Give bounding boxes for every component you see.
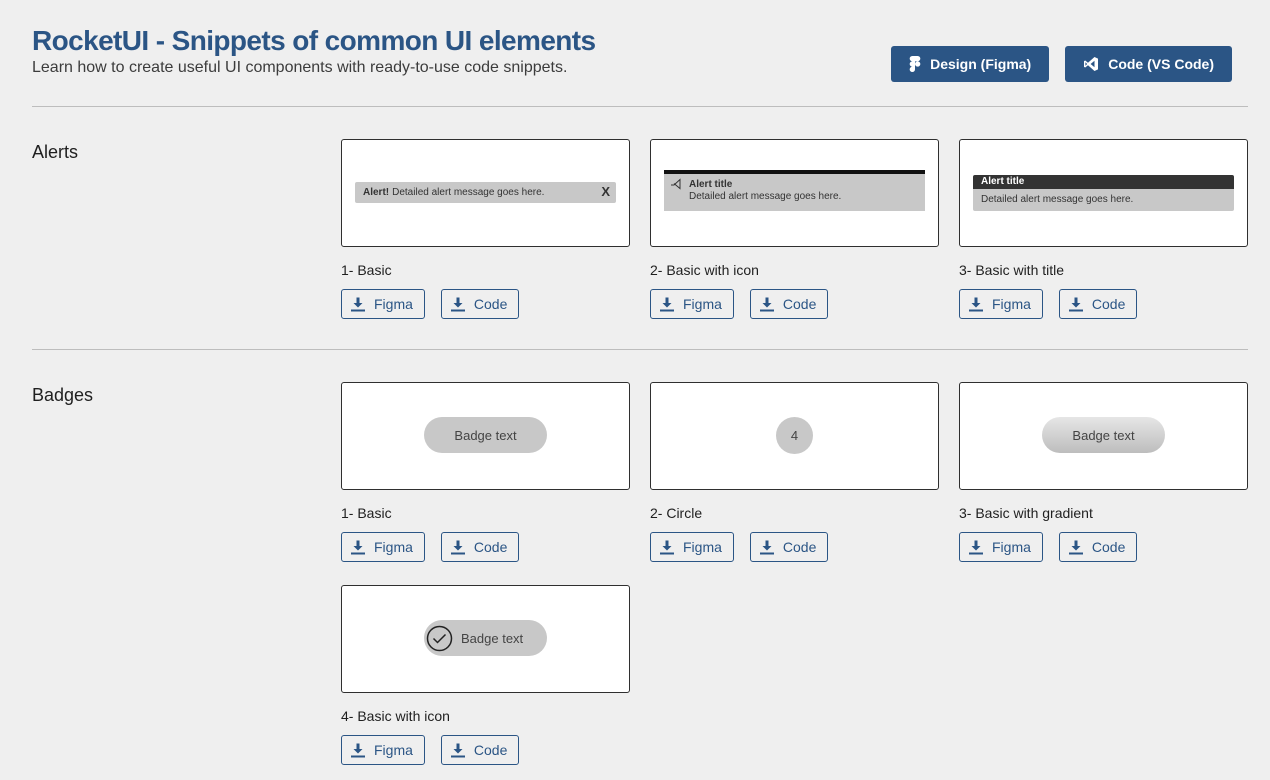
download-icon xyxy=(759,296,775,312)
download-actions: Figma Code xyxy=(341,289,630,319)
download-icon xyxy=(450,539,466,555)
download-actions: Figma Code xyxy=(959,289,1248,319)
download-icon xyxy=(450,742,466,758)
section-title-alerts: Alerts xyxy=(32,142,79,162)
download-actions: Figma Code xyxy=(650,289,939,319)
download-code-label: Code xyxy=(782,296,817,312)
download-code-label: Code xyxy=(1091,296,1126,312)
card-label: 1- Basic xyxy=(341,262,392,278)
download-code-button[interactable]: Code xyxy=(1058,289,1138,319)
badge-preview-icon[interactable]: Badge text xyxy=(341,585,630,693)
download-icon xyxy=(759,539,775,555)
alert-card-basic-with-title: Alert title Detailed alert message goes … xyxy=(959,139,1248,319)
download-figma-button[interactable]: Figma xyxy=(341,735,425,765)
alert-card-basic-with-icon: Alert title Detailed alert message goes … xyxy=(650,139,939,319)
alert-message: Detailed alert message goes here. xyxy=(973,189,1234,211)
download-icon xyxy=(350,539,366,555)
alert-title: Alert title xyxy=(689,179,733,190)
download-icon xyxy=(350,742,366,758)
check-circle-icon xyxy=(426,625,453,652)
alert-message: Detailed alert message goes here. xyxy=(689,191,842,202)
download-code-button[interactable]: Code xyxy=(440,735,520,765)
download-icon xyxy=(1068,539,1084,555)
card-label: 2- Circle xyxy=(650,505,703,521)
download-code-label: Code xyxy=(473,742,508,758)
design-figma-label: Design (Figma) xyxy=(930,56,1032,72)
download-icon xyxy=(968,296,984,312)
download-code-button[interactable]: Code xyxy=(749,532,829,562)
figma-icon xyxy=(909,56,921,72)
card-label: 1- Basic xyxy=(341,505,392,521)
download-figma-label: Figma xyxy=(992,296,1031,312)
card-label: 3- Basic with gradient xyxy=(959,505,1093,521)
download-actions: Figma Code xyxy=(341,735,630,765)
vscode-icon xyxy=(1083,56,1099,72)
download-code-button[interactable]: Code xyxy=(749,289,829,319)
download-figma-label: Figma xyxy=(374,296,413,312)
download-icon xyxy=(1068,296,1084,312)
badge-preview-gradient[interactable]: Badge text xyxy=(959,382,1248,490)
download-figma-button[interactable]: Figma xyxy=(650,532,734,562)
badge-icon-sample: Badge text xyxy=(424,620,547,656)
header-actions: Design (Figma) Code (VS Code) xyxy=(891,46,1232,82)
download-icon xyxy=(968,539,984,555)
design-figma-button[interactable]: Design (Figma) xyxy=(891,46,1050,82)
alert-title: Alert title xyxy=(973,175,1234,189)
download-icon xyxy=(450,296,466,312)
card-label: 2- Basic with icon xyxy=(650,262,759,278)
badge-card-basic: Badge text 1- Basic Figma Code xyxy=(341,382,630,562)
download-code-label: Code xyxy=(473,296,508,312)
card-label: 3- Basic with title xyxy=(959,262,1065,278)
badge-preview-circle[interactable]: 4 xyxy=(650,382,939,490)
bell-icon xyxy=(670,177,683,195)
download-actions: Figma Code xyxy=(341,532,630,562)
card-label: 4- Basic with icon xyxy=(341,708,450,724)
badge-sample: Badge text xyxy=(424,417,547,453)
download-code-button[interactable]: Code xyxy=(440,289,520,319)
badge-card-with-icon: Badge text 4- Basic with icon Figma Code xyxy=(341,585,630,765)
download-figma-label: Figma xyxy=(683,296,722,312)
alert-card-basic: Alert! Detailed alert message goes here.… xyxy=(341,139,630,319)
alert-basic-sample: Alert! Detailed alert message goes here.… xyxy=(355,182,616,203)
alert-preview-basic[interactable]: Alert! Detailed alert message goes here.… xyxy=(341,139,630,247)
divider xyxy=(32,106,1248,107)
download-code-label: Code xyxy=(1091,539,1126,555)
download-figma-button[interactable]: Figma xyxy=(341,532,425,562)
download-actions: Figma Code xyxy=(959,532,1248,562)
alert-preview-icon[interactable]: Alert title Detailed alert message goes … xyxy=(650,139,939,247)
alert-icon-sample: Alert title Detailed alert message goes … xyxy=(664,170,925,211)
download-figma-button[interactable]: Figma xyxy=(650,289,734,319)
download-code-button[interactable]: Code xyxy=(440,532,520,562)
download-icon xyxy=(350,296,366,312)
badge-gradient-sample: Badge text xyxy=(1042,417,1165,453)
badge-card-circle: 4 2- Circle Figma Code xyxy=(650,382,939,562)
badge-card-gradient: Badge text 3- Basic with gradient Figma … xyxy=(959,382,1248,562)
download-figma-button[interactable]: Figma xyxy=(959,532,1043,562)
badge-preview-basic[interactable]: Badge text xyxy=(341,382,630,490)
code-vscode-label: Code (VS Code) xyxy=(1108,56,1214,72)
download-icon xyxy=(659,539,675,555)
download-figma-button[interactable]: Figma xyxy=(341,289,425,319)
alert-strong-text: Alert! xyxy=(363,187,390,198)
download-figma-label: Figma xyxy=(683,539,722,555)
close-icon: X xyxy=(601,184,610,199)
download-figma-label: Figma xyxy=(992,539,1031,555)
code-vscode-button[interactable]: Code (VS Code) xyxy=(1065,46,1232,82)
download-code-label: Code xyxy=(473,539,508,555)
badge-text: Badge text xyxy=(461,630,524,646)
alert-message: Detailed alert message goes here. xyxy=(392,187,545,198)
divider xyxy=(32,349,1248,350)
badge-circle-sample: 4 xyxy=(776,417,813,454)
download-code-button[interactable]: Code xyxy=(1058,532,1138,562)
section-title-badges: Badges xyxy=(32,385,94,405)
download-figma-label: Figma xyxy=(374,742,413,758)
download-actions: Figma Code xyxy=(650,532,939,562)
alert-preview-title[interactable]: Alert title Detailed alert message goes … xyxy=(959,139,1248,247)
page-header: RocketUI - Snippets of common UI element… xyxy=(32,24,1248,84)
download-figma-label: Figma xyxy=(374,539,413,555)
download-figma-button[interactable]: Figma xyxy=(959,289,1043,319)
download-icon xyxy=(659,296,675,312)
download-code-label: Code xyxy=(782,539,817,555)
